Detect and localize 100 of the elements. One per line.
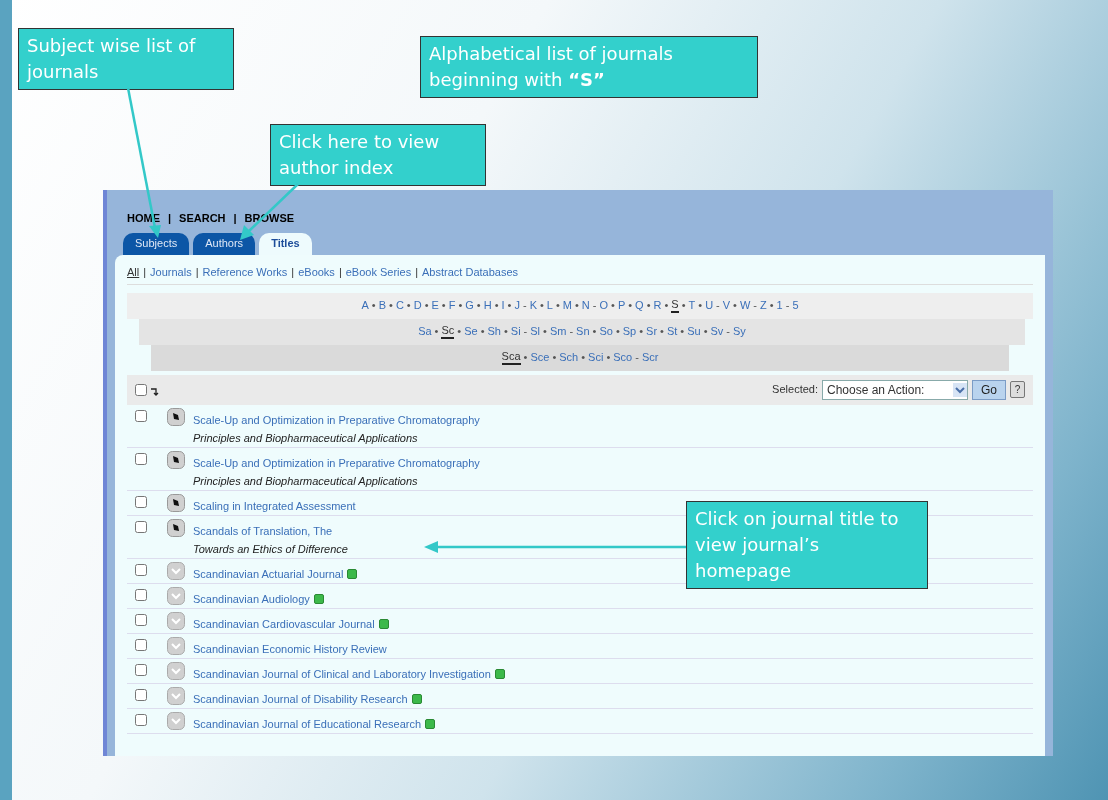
row-checkbox[interactable] bbox=[135, 452, 147, 465]
action-select[interactable]: Choose an Action: bbox=[822, 379, 968, 400]
letter-link[interactable]: Sch bbox=[559, 349, 579, 366]
tab[interactable]: Subjects bbox=[123, 232, 190, 255]
title-link[interactable]: Scandinavian Journal of Educational Research bbox=[193, 716, 422, 731]
row-checkbox[interactable] bbox=[135, 563, 147, 576]
letter-link[interactable]: Q bbox=[635, 297, 644, 314]
separator: - bbox=[592, 298, 597, 314]
letter-link[interactable]: 5 bbox=[792, 297, 799, 314]
book-icon bbox=[167, 518, 185, 537]
chevron-icon bbox=[167, 586, 185, 605]
separator: • bbox=[424, 298, 429, 314]
row-checkbox[interactable] bbox=[135, 688, 147, 701]
select-all-checkbox[interactable] bbox=[135, 383, 147, 396]
callout-box: Click here to view author index bbox=[270, 124, 486, 186]
filter-link[interactable]: eBook Series bbox=[345, 263, 412, 281]
row-checkbox[interactable] bbox=[135, 409, 147, 422]
letter-link[interactable]: Z bbox=[760, 297, 767, 314]
title-link[interactable]: Scandinavian Journal of Clinical and Laboratory Investigation bbox=[193, 666, 491, 681]
letter-link[interactable]: Sv bbox=[710, 323, 724, 340]
letter-link[interactable]: D bbox=[413, 297, 422, 314]
row-checkbox[interactable] bbox=[135, 588, 147, 601]
letter-link[interactable]: B bbox=[378, 297, 386, 314]
letter-link[interactable]: A bbox=[361, 297, 369, 314]
letter-link[interactable]: M bbox=[562, 297, 572, 314]
letter-link[interactable]: Si bbox=[510, 323, 521, 340]
letter-link[interactable]: Sp bbox=[622, 323, 637, 340]
letter-link[interactable]: S bbox=[671, 298, 679, 313]
letter-link[interactable]: L bbox=[546, 297, 553, 314]
tab[interactable]: Titles bbox=[259, 232, 312, 255]
title-link[interactable]: Scandinavian Cardiovascular Journal bbox=[193, 616, 375, 631]
chevron-icon bbox=[167, 711, 185, 730]
letter-link[interactable]: R bbox=[653, 297, 662, 314]
row-checkbox[interactable] bbox=[135, 713, 147, 726]
row-checkbox[interactable] bbox=[135, 520, 147, 533]
row-checkbox[interactable] bbox=[135, 613, 147, 626]
title-link[interactable]: Scandinavian Economic History Review bbox=[193, 641, 387, 656]
letter-link[interactable]: P bbox=[617, 297, 626, 314]
nav-divider: | bbox=[233, 211, 237, 226]
letter-link[interactable]: Scr bbox=[641, 349, 659, 366]
letter-link[interactable]: N bbox=[581, 297, 590, 314]
filter-link[interactable]: eBooks bbox=[298, 263, 335, 281]
row-checkbox[interactable] bbox=[135, 663, 147, 676]
letter-link[interactable]: Sl bbox=[530, 323, 541, 340]
title-link[interactable]: Scandals of Translation, The bbox=[193, 523, 333, 538]
letter-link[interactable]: Se bbox=[464, 323, 478, 340]
letter-link[interactable]: I bbox=[501, 297, 505, 314]
letter-link[interactable]: G bbox=[465, 297, 474, 314]
filter-link[interactable]: Abstract Databases bbox=[422, 263, 519, 281]
title-link[interactable]: Scandinavian Journal of Disability Research bbox=[193, 691, 408, 706]
go-button[interactable]: Go bbox=[972, 379, 1006, 400]
letter-link[interactable]: F bbox=[448, 297, 456, 314]
title-link[interactable]: Scandinavian Actuarial Journal bbox=[193, 566, 344, 581]
separator: • bbox=[611, 298, 615, 314]
letter-link[interactable]: K bbox=[529, 297, 537, 314]
letter-link[interactable]: T bbox=[688, 297, 696, 314]
nav-link[interactable]: BROWSE bbox=[244, 210, 295, 227]
subtitle: Towards an Ethics of Difference bbox=[193, 541, 348, 556]
book-icon bbox=[167, 407, 185, 426]
letter-link[interactable]: 1 bbox=[776, 297, 783, 314]
letter-link[interactable]: J bbox=[514, 297, 520, 314]
letter-link[interactable]: U bbox=[705, 297, 714, 314]
letter-link[interactable]: Sci bbox=[588, 349, 604, 366]
letter-link[interactable]: Sca bbox=[501, 350, 521, 365]
letter-link[interactable]: O bbox=[599, 297, 609, 314]
letter-link[interactable]: E bbox=[431, 297, 439, 314]
letter-link[interactable]: V bbox=[722, 297, 731, 314]
letter-link[interactable]: St bbox=[666, 323, 678, 340]
row-checkbox[interactable] bbox=[135, 495, 147, 508]
letter-link[interactable]: Sa bbox=[418, 323, 432, 340]
help-button[interactable]: ? bbox=[1010, 381, 1025, 398]
letter-link[interactable]: C bbox=[395, 297, 404, 314]
letter-link[interactable]: Sm bbox=[549, 323, 567, 340]
letter-link[interactable]: Su bbox=[687, 323, 701, 340]
title-link[interactable]: Scaling in Integrated Assessment bbox=[193, 498, 356, 513]
letter-link[interactable]: Sco bbox=[613, 349, 633, 366]
letter-link[interactable]: Sy bbox=[733, 323, 746, 340]
filter-link[interactable]: Reference Works bbox=[202, 263, 288, 281]
chevron-icon bbox=[167, 611, 185, 630]
separator: • bbox=[592, 324, 597, 340]
letter-link[interactable]: W bbox=[739, 297, 751, 314]
letter-link[interactable]: Sce bbox=[530, 349, 550, 366]
title-link[interactable]: Scandinavian Audiology bbox=[193, 591, 310, 606]
letter-link[interactable]: H bbox=[483, 297, 492, 314]
selected-label: Selected: bbox=[772, 382, 818, 398]
letter-link[interactable]: Sr bbox=[646, 323, 658, 340]
filter-link[interactable]: Journals bbox=[150, 263, 192, 281]
tab[interactable]: Authors bbox=[193, 232, 256, 255]
letter-link[interactable]: So bbox=[599, 323, 613, 340]
letter-link[interactable]: Sc bbox=[441, 324, 455, 339]
row-checkbox[interactable] bbox=[135, 638, 147, 651]
title-link[interactable]: Scale-Up and Optimization in Preparative Chromatography bbox=[193, 455, 480, 470]
separator: - bbox=[716, 298, 720, 314]
letter-link[interactable]: Sn bbox=[576, 323, 590, 340]
nav-link[interactable]: SEARCH bbox=[179, 210, 226, 227]
filter-divider: | bbox=[143, 264, 147, 280]
letter-link[interactable]: Sh bbox=[487, 323, 501, 340]
title-link[interactable]: Scale-Up and Optimization in Preparative Chromatography bbox=[193, 412, 480, 427]
filter-link[interactable]: All bbox=[127, 263, 140, 281]
separator: • bbox=[703, 324, 708, 340]
